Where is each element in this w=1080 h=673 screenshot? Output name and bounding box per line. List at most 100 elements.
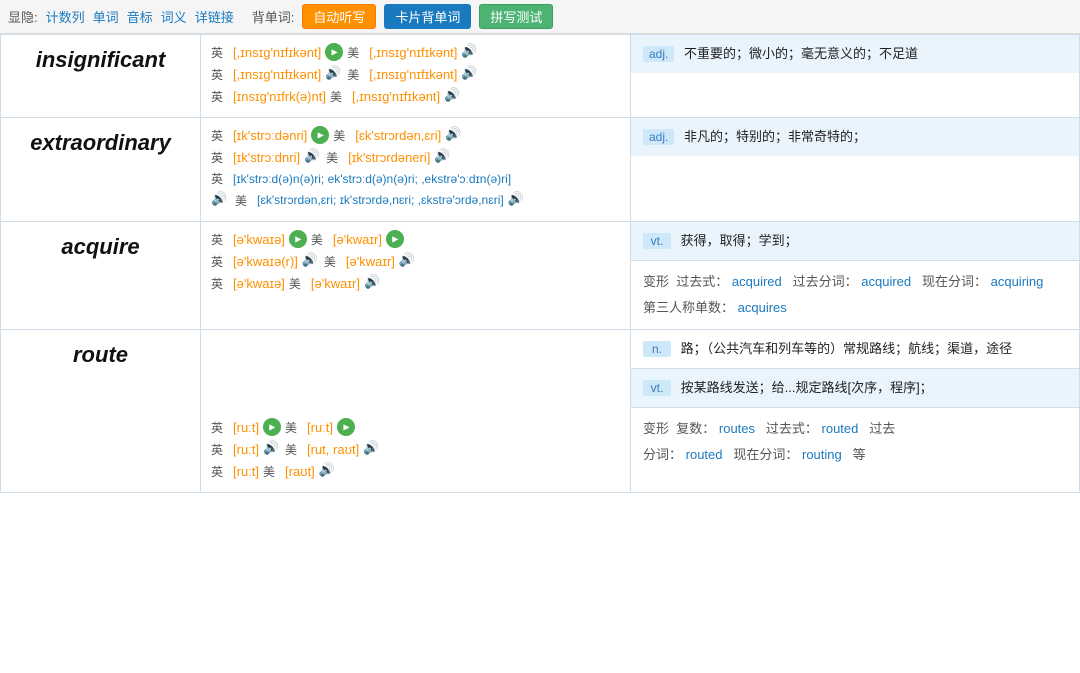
lang-tag-3: 英 bbox=[211, 88, 229, 105]
lang-tag-2: 英 bbox=[211, 66, 229, 83]
play-uk-icon[interactable] bbox=[311, 126, 329, 144]
lang-tag: 英 bbox=[211, 44, 229, 61]
count-col-link[interactable]: 计数列 bbox=[46, 7, 85, 26]
lang-tag: 英 bbox=[211, 419, 229, 436]
lang-tag: 英 bbox=[211, 127, 229, 144]
phonetic-row: 英 [,ɪnsɪɡ'nɪfɪkənt] 美 [,ɪnsɪɡ'nɪfɪkənt] bbox=[211, 43, 620, 61]
word-text: extraordinary bbox=[30, 130, 171, 155]
pos-tag-n: n. bbox=[643, 341, 671, 357]
word-text: insignificant bbox=[36, 47, 166, 72]
play-us-icon-green[interactable] bbox=[386, 230, 404, 248]
phonetic-uk-3: [ɪk'strɔːd(ə)n(ə)ri; ek'strɔːd(ə)n(ə)ri;… bbox=[233, 172, 511, 186]
hide-label: 显隐: bbox=[8, 7, 38, 26]
pos-tag-vt: vt. bbox=[643, 233, 671, 249]
past-participle-label: 过去分词： bbox=[793, 274, 858, 289]
pos-tag: adj. bbox=[643, 129, 674, 145]
play-uk-icon[interactable] bbox=[263, 418, 281, 436]
phonetic-row-3: 英 [ə'kwaɪə] 美 [ə'kwaɪr] bbox=[211, 274, 620, 292]
phonetic-us-3: [ə'kwaɪr] bbox=[311, 276, 360, 291]
def-text: 非凡的；特别的；非常奇特的； bbox=[684, 129, 866, 144]
word-table: insignificant 英 [,ɪnsɪɡ'nɪfɪkənt] 美 [,ɪn… bbox=[0, 34, 1080, 493]
phonetic-row-4: 美 [ɛk'strɔrdən,ɛri; ɪk'strɔrdə,nɛri; ,ɛk… bbox=[211, 191, 620, 209]
phonetic-us-2: [ə'kwaɪr] bbox=[346, 254, 395, 269]
def-text-vt: 获得，取得；学到； bbox=[681, 233, 798, 248]
present-part-label2: 现在分词： bbox=[733, 447, 798, 462]
present-participle-link[interactable]: acquiring bbox=[991, 274, 1044, 289]
play-uk-icon[interactable] bbox=[325, 43, 343, 61]
play-us2-icon[interactable] bbox=[399, 252, 417, 270]
phonetic-us-3: [,ɪnsɪɡ'nɪfɪkənt] bbox=[352, 89, 440, 104]
past-part-link2[interactable]: routed bbox=[686, 447, 723, 462]
play-icon-small[interactable] bbox=[211, 191, 229, 209]
lang-tag-3: 英 bbox=[211, 275, 229, 292]
meaning-link[interactable]: 词义 bbox=[161, 7, 187, 26]
word-text: route bbox=[73, 342, 128, 367]
play-us3-icon[interactable] bbox=[364, 274, 382, 292]
play-us3-icon[interactable] bbox=[444, 87, 462, 105]
play-us3-icon[interactable] bbox=[319, 462, 337, 480]
pinyin-test-button[interactable]: 拼写测试 bbox=[479, 4, 553, 29]
def-text-vt2: 按某路线发送；给...规定路线[次序，程序]； bbox=[681, 380, 933, 395]
play-uk2-icon[interactable] bbox=[263, 440, 281, 458]
morph-block: 变形 过去式： acquired 过去分词： acquired 现在分词： ac… bbox=[631, 261, 1079, 329]
past-part-label2: 过去 bbox=[869, 421, 895, 436]
lang-tag-us2: 美 bbox=[326, 149, 344, 166]
card-back-button[interactable]: 卡片背单词 bbox=[384, 4, 471, 29]
play-us-icon-green[interactable] bbox=[337, 418, 355, 436]
past-link[interactable]: acquired bbox=[732, 274, 782, 289]
phonetic-row: 英 [ɪk'strɔːdənri] 美 [ɛk'strɔrdən,ɛri] bbox=[211, 126, 620, 144]
play-us-icon[interactable] bbox=[461, 43, 479, 61]
phonetic-uk-2: [ɪk'strɔːdnri] bbox=[233, 150, 300, 165]
play-uk2-icon[interactable] bbox=[302, 252, 320, 270]
phonetic-link[interactable]: 音标 bbox=[127, 7, 153, 26]
plural-link[interactable]: routes bbox=[719, 421, 755, 436]
lang-tag-us: 美 bbox=[311, 231, 329, 248]
lang-tag-us: 美 bbox=[285, 419, 303, 436]
phonetic-uk-2: [ruːt] bbox=[233, 442, 259, 457]
past-label: 过去式： bbox=[766, 421, 818, 436]
play-uk2-icon[interactable] bbox=[304, 148, 322, 166]
table-row: insignificant 英 [,ɪnsɪɡ'nɪfɪkənt] 美 [,ɪn… bbox=[1, 35, 1080, 118]
present-participle-label: 现在分词： bbox=[922, 274, 987, 289]
lang-tag-us2: 美 bbox=[285, 441, 303, 458]
past-participle-link[interactable]: acquired bbox=[861, 274, 911, 289]
def-text: 不重要的；微小的；毫无意义的；不足道 bbox=[684, 46, 918, 61]
play-uk-icon[interactable] bbox=[289, 230, 307, 248]
lang-tag-3: 英 bbox=[211, 463, 229, 480]
lang-tag-us3: 美 bbox=[330, 88, 348, 105]
past-link[interactable]: routed bbox=[822, 421, 859, 436]
table-row: extraordinary 英 [ɪk'strɔːdənri] 美 [ɛk'st… bbox=[1, 118, 1080, 222]
word-text: acquire bbox=[61, 234, 139, 259]
phonetic-uk-3: [ruːt] bbox=[233, 464, 259, 479]
phonetic-row-3: 英 [ɪnsɪɡ'nɪfrk(ə)nt] 美 [,ɪnsɪɡ'nɪfɪkənt] bbox=[211, 87, 620, 105]
phonetic-us-2: [,ɪnsɪɡ'nɪfɪkənt] bbox=[369, 67, 457, 82]
phonetic-row-2: 英 [ə'kwaɪə(r)] 美 [ə'kwaɪr] bbox=[211, 252, 620, 270]
present-part-link2[interactable]: routing bbox=[802, 447, 842, 462]
word-link[interactable]: 单词 bbox=[93, 7, 119, 26]
past-part-label3: 分词： bbox=[643, 447, 682, 462]
phonetic-us-3: [raʊt] bbox=[285, 464, 315, 479]
play-us2-icon[interactable] bbox=[461, 65, 479, 83]
play-us2-icon[interactable] bbox=[363, 440, 381, 458]
pos-tag: adj. bbox=[643, 46, 674, 62]
phonetic-uk-3: [ə'kwaɪə] bbox=[233, 276, 285, 291]
definition-block-vt: vt. 按某路线发送；给...规定路线[次序，程序]； bbox=[631, 369, 1079, 407]
phonetic-row-2: 英 [,ɪnsɪɡ'nɪfɪkənt] 美 [,ɪnsɪɡ'nɪfɪkənt] bbox=[211, 65, 620, 83]
play-us2-icon[interactable] bbox=[434, 148, 452, 166]
phonetic-row-2: 英 [ɪk'strɔːdnri] 美 [ɪk'strɔrdəneri] bbox=[211, 148, 620, 166]
play-us-icon[interactable] bbox=[445, 126, 463, 144]
third-link[interactable]: acquires bbox=[738, 300, 787, 315]
detail-link[interactable]: 详链接 bbox=[195, 7, 234, 26]
auto-listen-button[interactable]: 自动听写 bbox=[302, 4, 376, 29]
phonetic-uk: [ruːt] bbox=[233, 420, 259, 435]
definition-block: adj. 不重要的；微小的；毫无意义的；不足道 bbox=[631, 35, 1079, 73]
phonetic-row-2: 英 [ruːt] 美 [rut, raʊt] bbox=[211, 440, 620, 458]
lang-tag-us2: 美 bbox=[347, 66, 365, 83]
morph-label: 变形 bbox=[643, 274, 669, 289]
etc-label: 等 bbox=[853, 447, 866, 462]
play-uk2-icon[interactable] bbox=[325, 65, 343, 83]
definition-block-vt: vt. 获得，取得；学到； bbox=[631, 222, 1079, 260]
lang-tag-us: 美 bbox=[347, 44, 365, 61]
lang-tag-us3: 美 bbox=[289, 275, 307, 292]
play-us4-icon[interactable] bbox=[508, 191, 526, 209]
